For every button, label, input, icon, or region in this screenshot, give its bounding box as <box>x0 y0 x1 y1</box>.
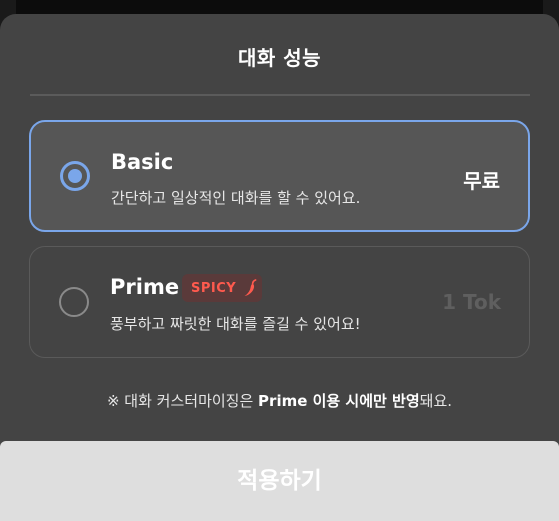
option-prime[interactable]: Prime SPICY 풍부하고 짜릿한 대화를 즐길 수 있어요! 1 Tok <box>29 246 530 358</box>
option-name: Basic <box>111 150 174 174</box>
radio-dot <box>68 169 82 183</box>
customizing-note: ※ 대화 커스터마이징은 Prime 이용 시에만 반영돼요. <box>0 390 559 411</box>
option-price: 무료 <box>463 169 500 193</box>
apply-button[interactable]: 적용하기 <box>0 441 559 521</box>
note-prefix: ※ 대화 커스터마이징은 <box>106 392 259 410</box>
chili-pepper-icon <box>244 279 257 296</box>
background-image-strip <box>16 0 543 14</box>
radio-selected-icon[interactable] <box>60 161 90 191</box>
note-suffix: 돼요. <box>419 392 453 410</box>
note-emphasis: Prime 이용 시에만 반영 <box>258 392 420 410</box>
sheet-title: 대화 성능 <box>237 46 322 70</box>
divider <box>30 94 530 96</box>
option-description: 간단하고 일상적인 대화를 할 수 있어요. <box>111 189 361 207</box>
option-description: 풍부하고 짜릿한 대화를 즐길 수 있어요! <box>110 315 361 333</box>
option-basic[interactable]: Basic 간단하고 일상적인 대화를 할 수 있어요. 무료 <box>29 120 530 232</box>
radio-unselected-icon[interactable] <box>59 287 89 317</box>
option-name: Prime <box>110 275 180 299</box>
badge-label: SPICY <box>191 280 237 296</box>
spicy-badge: SPICY <box>182 274 262 302</box>
option-price: 1 Tok <box>442 290 501 314</box>
